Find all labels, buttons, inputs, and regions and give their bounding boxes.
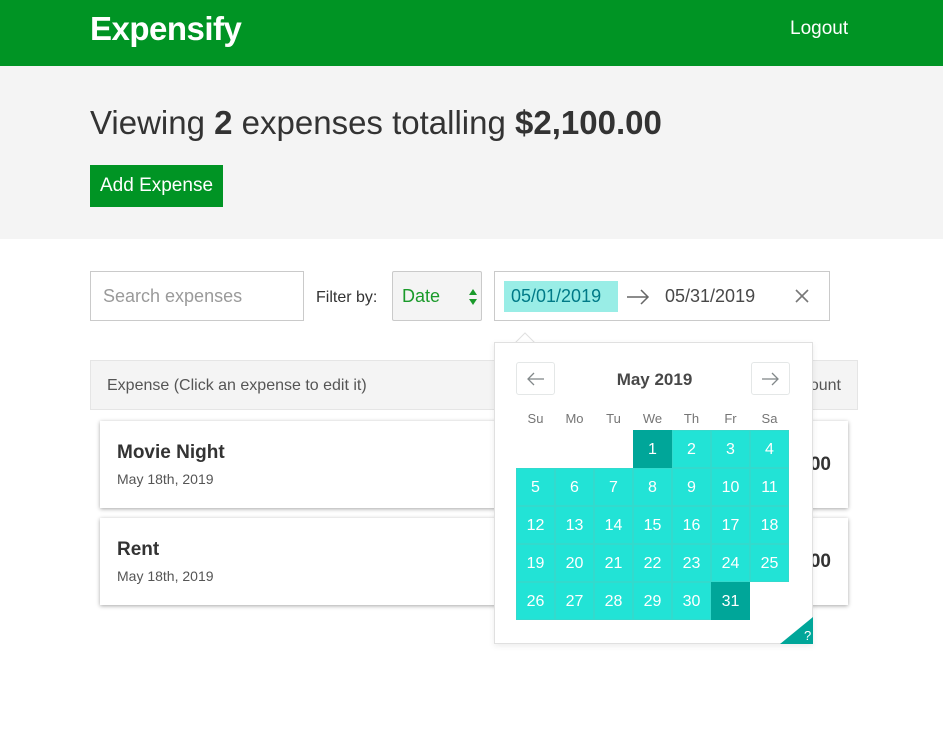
calendar-day[interactable]: 27 — [555, 582, 594, 620]
close-icon[interactable] — [793, 287, 811, 305]
expense-description: Movie Night — [117, 442, 225, 463]
calendar-day[interactable]: 29 — [633, 582, 672, 620]
expense-date: May 18th, 2019 — [117, 471, 214, 487]
calendar-day[interactable]: 20 — [555, 544, 594, 582]
expense-total: $2,100.00 — [515, 104, 662, 141]
summary-title: Viewing 2 expenses totalling $2,100.00 — [90, 104, 662, 142]
end-date-input[interactable]: 05/31/2019 — [665, 286, 755, 307]
calendar-day[interactable]: 15 — [633, 506, 672, 544]
summary-middle: expenses totalling — [241, 104, 506, 141]
summary-prefix: Viewing — [90, 104, 205, 141]
filter-by-label: Filter by: — [316, 289, 378, 306]
weekday-label: Mo — [565, 411, 584, 426]
weekday-label: Th — [683, 411, 700, 426]
expense-amount: 00 — [809, 454, 831, 475]
help-icon[interactable]: ? — [780, 617, 813, 644]
sort-by-select[interactable]: Date — [392, 271, 482, 321]
select-arrows-icon — [469, 289, 477, 305]
brand-logo[interactable]: Expensify — [90, 10, 242, 48]
weekday-label: Su — [527, 411, 544, 426]
calendar-day[interactable]: 5 — [516, 468, 555, 506]
calendar-day[interactable]: 6 — [555, 468, 594, 506]
calendar-day[interactable]: 17 — [711, 506, 750, 544]
calendar-day[interactable]: 28 — [594, 582, 633, 620]
next-month-button[interactable] — [751, 362, 790, 395]
help-icon-label: ? — [804, 628, 811, 643]
calendar-day[interactable]: 1 — [633, 430, 672, 468]
expense-description: Rent — [117, 539, 160, 560]
list-header-expense: Expense (Click an expense to edit it) — [107, 377, 367, 394]
calendar-day[interactable]: 18 — [750, 506, 789, 544]
calendar-day[interactable]: 24 — [711, 544, 750, 582]
expense-amount: 00 — [809, 551, 831, 572]
arrow-right-icon — [627, 289, 650, 305]
weekday-label: Fr — [724, 411, 737, 426]
calendar-day[interactable]: 11 — [750, 468, 789, 506]
calendar-day[interactable]: 26 — [516, 582, 555, 620]
weekday-label: We — [642, 411, 663, 426]
logout-button[interactable]: Logout — [790, 18, 848, 40]
list-header-amount: ount — [809, 377, 841, 394]
calendar-day[interactable]: 23 — [672, 544, 711, 582]
calendar-day[interactable]: 4 — [750, 430, 789, 468]
calendar-day[interactable]: 19 — [516, 544, 555, 582]
expense-date: May 18th, 2019 — [117, 568, 214, 584]
calendar-day[interactable]: 12 — [516, 506, 555, 544]
arrow-right-icon — [762, 372, 779, 386]
app-header: Expensify Logout — [0, 0, 943, 66]
sort-by-value: Date — [402, 286, 441, 306]
search-input[interactable] — [90, 271, 304, 321]
calendar-day[interactable]: 16 — [672, 506, 711, 544]
calendar-day[interactable]: 14 — [594, 506, 633, 544]
expense-count: 2 — [214, 104, 233, 141]
calendar-day[interactable]: 30 — [672, 582, 711, 620]
calendar-day[interactable]: 31 — [711, 582, 750, 620]
calendar-day[interactable]: 9 — [672, 468, 711, 506]
date-range-picker: 05/01/2019 05/31/2019 — [494, 271, 830, 321]
expenses-summary: Viewing 2 expenses totalling $2,100.00 A… — [0, 66, 943, 239]
calendar-popup: May 2019 Su Mo Tu We Th Fr Sa 1 2 3 4 5 6 7 8 9 10 11 12 13… — [494, 342, 813, 644]
calendar-day[interactable]: 3 — [711, 430, 750, 468]
calendar-day[interactable]: 10 — [711, 468, 750, 506]
calendar-day[interactable]: 2 — [672, 430, 711, 468]
calendar-day[interactable]: 7 — [594, 468, 633, 506]
weekday-label: Tu — [606, 411, 621, 426]
calendar-day[interactable]: 22 — [633, 544, 672, 582]
add-expense-button[interactable]: Add Expense — [90, 165, 223, 207]
calendar-day[interactable]: 21 — [594, 544, 633, 582]
calendar-day[interactable]: 8 — [633, 468, 672, 506]
calendar-day[interactable]: 13 — [555, 506, 594, 544]
calendar-day[interactable]: 25 — [750, 544, 789, 582]
start-date-input[interactable]: 05/01/2019 — [504, 281, 618, 312]
weekday-label: Sa — [761, 411, 778, 426]
